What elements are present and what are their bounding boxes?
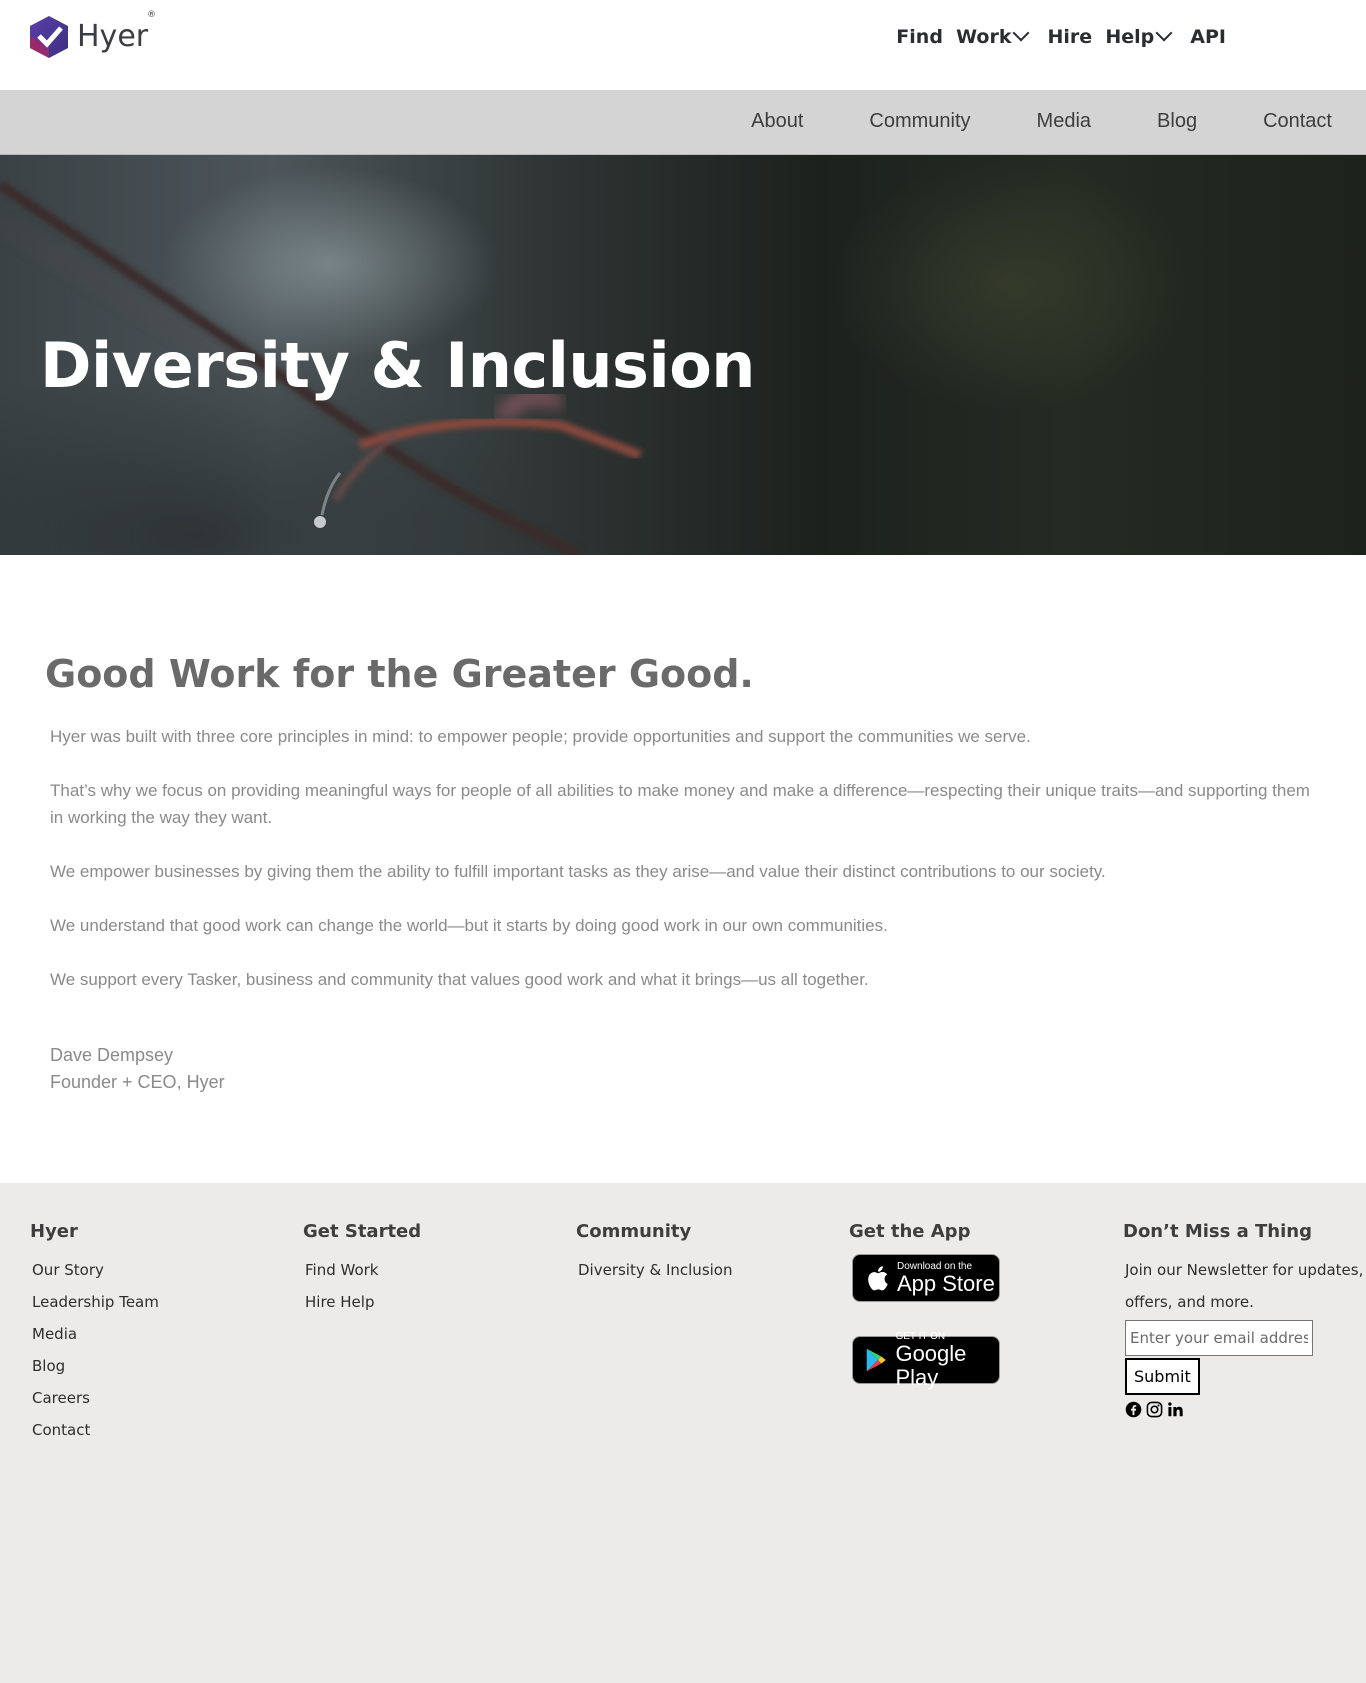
footer-link-our-story[interactable]: Our Story xyxy=(30,1254,159,1286)
subnav-contact[interactable]: Contact xyxy=(1263,110,1332,133)
footer-heading-get-app: Get the App xyxy=(849,1221,971,1242)
linkedin-icon[interactable] xyxy=(1167,1401,1184,1418)
instagram-icon[interactable] xyxy=(1146,1401,1163,1418)
hero-banner: Diversity & Inclusion xyxy=(0,155,1366,555)
paragraph-2: That’s why we focus on providing meaning… xyxy=(50,781,1310,827)
nav-hire-help-label: Hire Help xyxy=(1047,26,1155,48)
footer-col-hyer: Hyer Our Story Leadership Team Media Blo… xyxy=(30,1221,159,1446)
footer-link-diversity-inclusion[interactable]: Diversity & Inclusion xyxy=(576,1254,732,1286)
footer-heading-hyer: Hyer xyxy=(30,1221,78,1242)
primary-nav: Find Work Hire Help API xyxy=(896,24,1226,48)
hero-title: Diversity & Inclusion xyxy=(40,329,755,402)
google-play-icon xyxy=(866,1348,886,1372)
google-play-big-text: Google Play xyxy=(895,1340,967,1390)
subnav-blog[interactable]: Blog xyxy=(1157,110,1197,133)
footer-heading-get-started: Get Started xyxy=(303,1221,422,1242)
paragraph-4: We understand that good work can change … xyxy=(50,916,888,935)
subnav-about[interactable]: About xyxy=(751,110,803,133)
section-heading: Good Work for the Greater Good. xyxy=(45,652,754,696)
footer-link-find-work[interactable]: Find Work xyxy=(303,1254,421,1286)
registered-mark: ® xyxy=(147,10,156,20)
chevron-down-icon xyxy=(1012,24,1030,42)
footer-col-get-started: Get Started Find Work Hire Help xyxy=(303,1221,421,1318)
main-content: Good Work for the Greater Good. Hyer was… xyxy=(0,555,1366,1183)
app-store-big-text: App Store xyxy=(897,1270,995,1296)
newsletter-email-input[interactable] xyxy=(1125,1320,1313,1356)
footer-link-hire-help[interactable]: Hire Help xyxy=(303,1286,421,1318)
nav-api-label: API xyxy=(1190,26,1226,48)
footer-link-contact[interactable]: Contact xyxy=(30,1414,159,1446)
footer-heading-community: Community xyxy=(576,1221,692,1242)
signature-title: Founder + CEO, Hyer xyxy=(50,1072,225,1092)
chevron-down-icon xyxy=(1155,24,1173,42)
footer-col-newsletter: Don’t Miss a Thing Join our Newsletter f… xyxy=(1123,1221,1365,1418)
google-play-badge[interactable]: GET IT ON Google Play xyxy=(852,1331,1000,1389)
nav-api[interactable]: API xyxy=(1190,26,1226,48)
app-store-badge[interactable]: Download on the App Store xyxy=(852,1254,1000,1302)
nav-hire-help[interactable]: Hire Help xyxy=(1047,24,1173,48)
paragraph-3: We empower businesses by giving them the… xyxy=(50,862,1106,881)
paragraph-1: Hyer was built with three core principle… xyxy=(50,727,1031,746)
site-footer: Hyer Our Story Leadership Team Media Blo… xyxy=(0,1183,1366,1683)
signature: Dave Dempsey Founder + CEO, Hyer xyxy=(50,1042,225,1096)
signature-name: Dave Dempsey xyxy=(50,1045,174,1065)
footer-col-community: Community Diversity & Inclusion xyxy=(576,1221,732,1286)
nav-find-work-label: Find Work xyxy=(896,26,1012,48)
newsletter-description: Join our Newsletter for updates, offers,… xyxy=(1125,1261,1364,1311)
facebook-icon[interactable] xyxy=(1125,1401,1142,1418)
footer-link-leadership-team[interactable]: Leadership Team xyxy=(30,1286,159,1318)
hyer-logo-icon xyxy=(30,16,68,58)
hyer-logo[interactable]: Hyer xyxy=(27,14,148,60)
footer-link-careers[interactable]: Careers xyxy=(30,1382,159,1414)
subnav-community[interactable]: Community xyxy=(869,110,970,133)
paragraph-5: We support every Tasker, business and co… xyxy=(50,970,869,989)
footer-link-media[interactable]: Media xyxy=(30,1318,159,1350)
google-play-small-text: GET IT ON xyxy=(895,1330,946,1342)
newsletter-submit-button[interactable]: Submit xyxy=(1125,1358,1200,1395)
footer-link-blog[interactable]: Blog xyxy=(30,1350,159,1382)
secondary-nav: About Community Media Blog Contact xyxy=(0,90,1366,155)
footer-col-get-app: Get the App Download on the App Store GE… xyxy=(849,1221,1000,1389)
social-links xyxy=(1125,1401,1365,1418)
footer-heading-newsletter: Don’t Miss a Thing xyxy=(1123,1221,1312,1242)
brand-name: Hyer xyxy=(77,18,149,54)
apple-icon xyxy=(868,1266,888,1291)
top-header: Hyer ® Find Work Hire Help API xyxy=(0,0,1366,90)
nav-find-work[interactable]: Find Work xyxy=(896,24,1030,48)
subnav-media[interactable]: Media xyxy=(1037,110,1091,133)
app-store-small-text: Download on the xyxy=(897,1260,973,1272)
